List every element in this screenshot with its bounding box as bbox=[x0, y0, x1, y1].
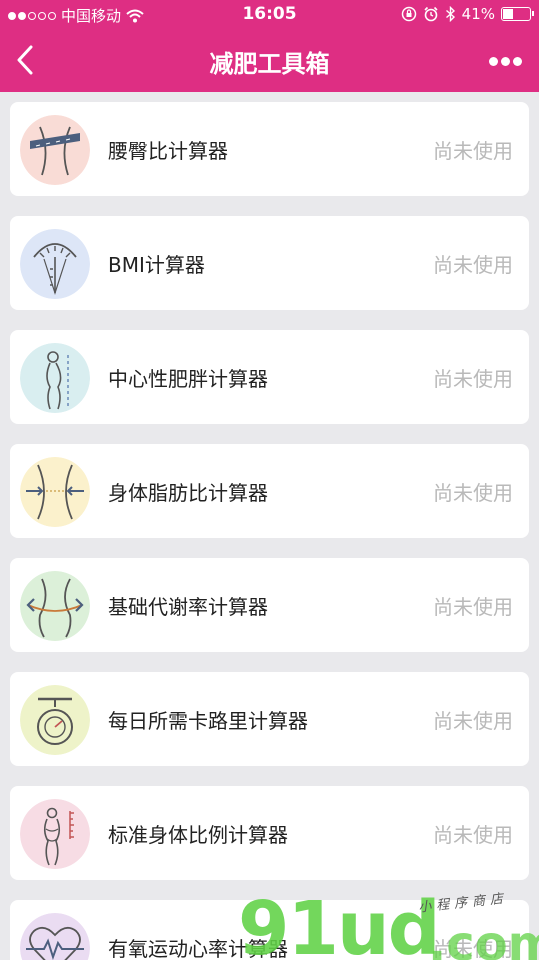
tool-card-waist-hip[interactable]: 腰臀比计算器 尚未使用 bbox=[10, 102, 529, 196]
bluetooth-icon bbox=[445, 6, 455, 22]
battery-percent: 41% bbox=[461, 5, 495, 23]
body-profile-icon bbox=[20, 343, 90, 413]
watermark: 91ud .com 小程序商店 bbox=[238, 882, 539, 960]
nav-bar: 减肥工具箱 bbox=[0, 30, 539, 92]
kitchen-scale-icon bbox=[20, 685, 90, 755]
page-title: 减肥工具箱 bbox=[209, 50, 330, 78]
waist-tape-icon bbox=[20, 115, 90, 185]
watermark-suffix: .com bbox=[428, 916, 539, 960]
alarm-icon bbox=[424, 6, 438, 22]
battery-icon bbox=[501, 7, 534, 21]
rotation-lock-icon bbox=[401, 6, 416, 22]
status-bar: 中国移动 16:05 41% bbox=[0, 0, 539, 30]
tool-name: 中心性肥胖计算器 bbox=[108, 367, 268, 391]
more-dots-icon bbox=[488, 56, 522, 66]
tool-card-central-obesity[interactable]: 中心性肥胖计算器 尚未使用 bbox=[10, 330, 529, 424]
hip-curve-icon bbox=[20, 571, 90, 641]
tool-name: 腰臀比计算器 bbox=[108, 139, 228, 163]
tool-card-daily-calories[interactable]: 每日所需卡路里计算器 尚未使用 bbox=[10, 672, 529, 766]
tool-card-bmr[interactable]: 基础代谢率计算器 尚未使用 bbox=[10, 558, 529, 652]
tool-name: BMI计算器 bbox=[108, 253, 205, 277]
scale-gauge-icon bbox=[20, 229, 90, 299]
tool-status: 尚未使用 bbox=[433, 823, 513, 847]
tool-card-body-fat[interactable]: 身体脂肪比计算器 尚未使用 bbox=[10, 444, 529, 538]
tool-status: 尚未使用 bbox=[433, 139, 513, 163]
tool-name: 标准身体比例计算器 bbox=[108, 823, 288, 847]
watermark-brand: 91ud bbox=[238, 886, 441, 960]
tool-card-body-proportion[interactable]: 标准身体比例计算器 尚未使用 bbox=[10, 786, 529, 880]
tool-status: 尚未使用 bbox=[433, 253, 513, 277]
heart-rate-icon bbox=[20, 913, 90, 960]
body-ruler-icon bbox=[20, 799, 90, 869]
more-button[interactable] bbox=[485, 48, 525, 74]
tool-name: 身体脂肪比计算器 bbox=[108, 481, 268, 505]
tool-status: 尚未使用 bbox=[433, 367, 513, 391]
tool-name: 每日所需卡路里计算器 bbox=[108, 709, 308, 733]
system-indicators: 41% bbox=[401, 5, 534, 23]
tool-status: 尚未使用 bbox=[433, 481, 513, 505]
tool-status: 尚未使用 bbox=[433, 709, 513, 733]
tool-name: 基础代谢率计算器 bbox=[108, 595, 268, 619]
tool-card-bmi[interactable]: BMI计算器 尚未使用 bbox=[10, 216, 529, 310]
tool-status: 尚未使用 bbox=[433, 595, 513, 619]
waist-arrows-icon bbox=[20, 457, 90, 527]
